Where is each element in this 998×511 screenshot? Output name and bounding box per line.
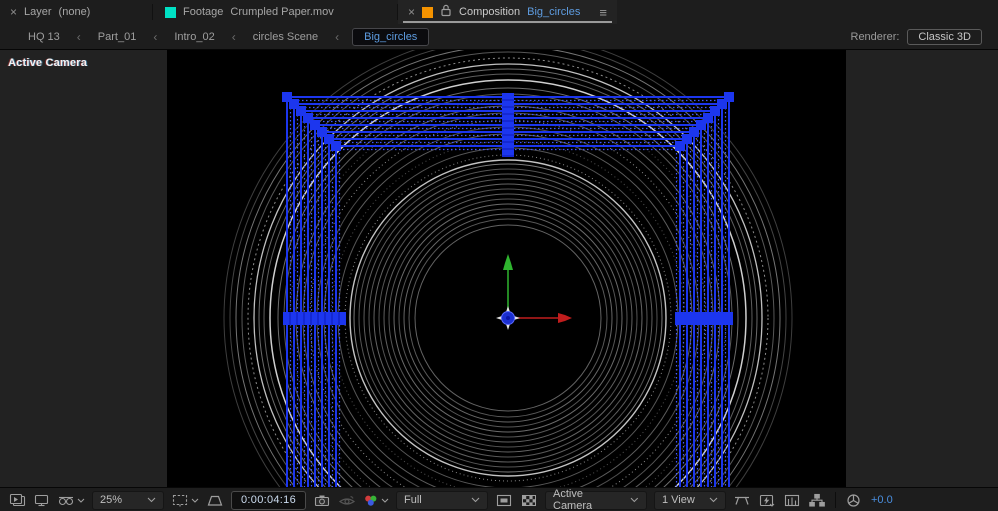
always-preview-icon[interactable] <box>9 493 26 508</box>
grid-guide-options-icon[interactable] <box>733 493 751 508</box>
breadcrumb-item[interactable]: Part_01 <box>98 31 137 43</box>
tab-layer[interactable]: × Layer (none) <box>0 0 152 24</box>
stereo-3d-glasses-icon[interactable] <box>57 493 85 508</box>
magnification-value: 25% <box>100 494 123 506</box>
comp-color-swatch <box>422 6 434 18</box>
3d-view-dropdown[interactable]: Active Camera <box>545 488 647 511</box>
view-layout-value: 1 View <box>662 494 695 506</box>
3d-view-value: Active Camera <box>553 488 593 511</box>
tab-comp-name: Big_circles <box>527 6 581 18</box>
panel-menu-icon[interactable]: ≡ <box>599 5 607 20</box>
breadcrumb-chevron-icon: ‹ <box>76 29 81 44</box>
breadcrumb-item[interactable]: Intro_02 <box>174 31 214 43</box>
breadcrumb-item[interactable]: circles Scene <box>253 31 318 43</box>
viewer-toolbar: 25% 0:00:04:16 Full Active Camera 1 View… <box>0 487 998 511</box>
comp-svg <box>223 50 793 487</box>
current-time-field[interactable]: 0:00:04:16 <box>231 490 306 510</box>
renderer-label: Renderer: <box>850 30 900 43</box>
tab-layer-label: Layer <box>24 6 52 18</box>
region-icon[interactable] <box>495 493 513 508</box>
close-icon[interactable]: × <box>408 6 415 18</box>
breadcrumb-current[interactable]: Big_circles <box>352 27 430 46</box>
tab-layer-name: (none) <box>58 6 91 18</box>
fast-previews-icon[interactable] <box>758 493 776 508</box>
view-layout-dropdown[interactable]: 1 View <box>654 490 726 510</box>
close-icon[interactable]: × <box>10 6 17 18</box>
primary-viewer-icon[interactable] <box>33 493 50 508</box>
breadcrumb-item[interactable]: HQ 13 <box>28 31 60 43</box>
transparency-grid-icon[interactable] <box>520 493 538 508</box>
renderer-button[interactable]: Classic 3D <box>907 28 982 45</box>
show-snapshot-icon[interactable] <box>338 493 356 508</box>
resolution-dropdown[interactable]: Full <box>396 490 488 510</box>
breadcrumb-chevron-icon: ‹ <box>153 29 158 44</box>
tab-footage-name: Crumpled Paper.mov <box>230 6 334 18</box>
region-of-interest-icon[interactable] <box>171 493 199 508</box>
breadcrumb-chevron-icon: ‹ <box>335 29 340 44</box>
timeline-button-icon[interactable] <box>783 493 801 508</box>
after-effects-composition-panel: × Layer (none) Footage Crumpled Paper.mo… <box>0 0 998 511</box>
snapshot-camera-icon[interactable] <box>313 493 331 508</box>
tab-composition[interactable]: × Composition Big_circles ≡ <box>398 0 617 24</box>
view-label: Active Camera <box>8 57 88 69</box>
tab-footage[interactable]: Footage Crumpled Paper.mov <box>153 0 397 24</box>
show-channel-icon[interactable] <box>363 493 389 508</box>
panel-tab-bar: × Layer (none) Footage Crumpled Paper.mo… <box>0 0 998 24</box>
reset-exposure-icon[interactable] <box>845 493 862 508</box>
lock-icon <box>440 4 452 20</box>
tab-comp-label: Composition <box>459 6 521 18</box>
composition-breadcrumb-bar: HQ 13 ‹ Part_01 ‹ Intro_02 ‹ circles Sce… <box>0 24 998 50</box>
breadcrumb-chevron-icon: ‹ <box>231 29 236 44</box>
composition-canvas[interactable] <box>167 50 846 487</box>
safe-margins-icon[interactable] <box>206 493 224 508</box>
resolution-value: Full <box>404 494 422 506</box>
comp-flowchart-icon[interactable] <box>808 493 826 508</box>
footage-color-swatch <box>165 6 176 18</box>
composition-viewport[interactable]: Active Camera <box>0 50 998 487</box>
magnification-dropdown[interactable]: 25% <box>92 490 164 510</box>
tab-footage-label: Footage <box>183 6 224 18</box>
toolbar-separator <box>835 492 836 508</box>
exposure-value[interactable]: +0.0 <box>871 494 893 506</box>
renderer-group: Renderer: Classic 3D <box>850 28 989 45</box>
